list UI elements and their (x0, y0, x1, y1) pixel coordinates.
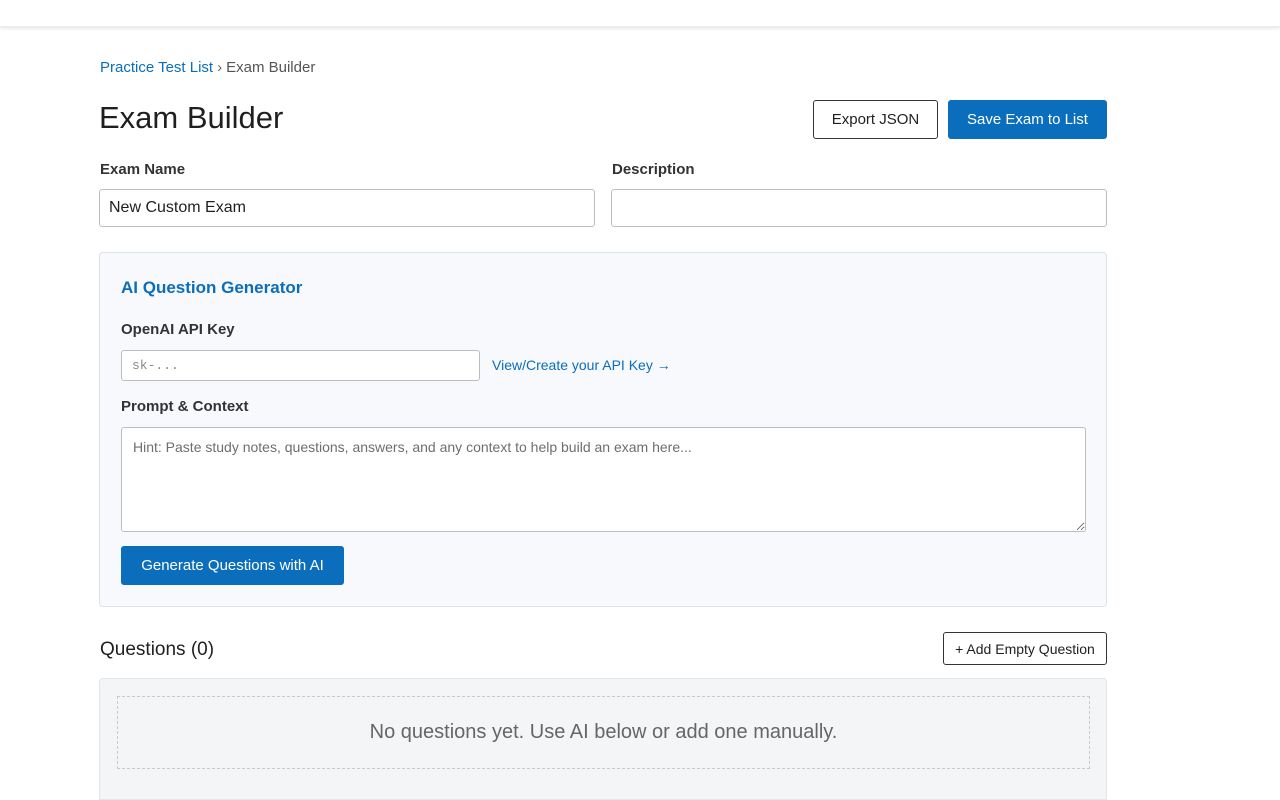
prompt-context-label: Prompt & Context (121, 398, 249, 415)
page-title: Exam Builder (99, 100, 284, 135)
questions-heading: Questions (0) (100, 639, 215, 660)
api-key-link[interactable]: View/Create your API Key → (492, 355, 671, 375)
add-empty-question-button[interactable]: + Add Empty Question (943, 632, 1107, 665)
save-exam-button[interactable]: Save Exam to List (948, 100, 1107, 139)
ai-question-generator-panel: AI Question Generator OpenAI API Key Vie… (99, 252, 1107, 607)
generate-questions-button[interactable]: Generate Questions with AI (121, 546, 344, 585)
breadcrumb: Practice Test List › Exam Builder (100, 58, 315, 78)
prompt-context-textarea[interactable] (121, 427, 1086, 532)
exam-name-label: Exam Name (100, 161, 186, 178)
api-key-input[interactable] (121, 350, 480, 381)
ai-generator-title: AI Question Generator (121, 278, 303, 297)
description-label: Description (612, 161, 695, 178)
breadcrumb-current: Exam Builder (226, 59, 316, 76)
export-json-button[interactable]: Export JSON (813, 100, 938, 139)
questions-list: No questions yet. Use AI below or add on… (99, 678, 1107, 800)
empty-state-message: No questions yet. Use AI below or add on… (117, 696, 1090, 769)
description-input[interactable] (611, 189, 1107, 227)
top-bar (0, 0, 1280, 27)
api-key-label: OpenAI API Key (121, 321, 235, 338)
breadcrumb-practice-test-list-link[interactable]: Practice Test List (100, 59, 213, 76)
exam-name-input[interactable] (99, 189, 595, 227)
breadcrumb-separator: › (217, 59, 223, 76)
